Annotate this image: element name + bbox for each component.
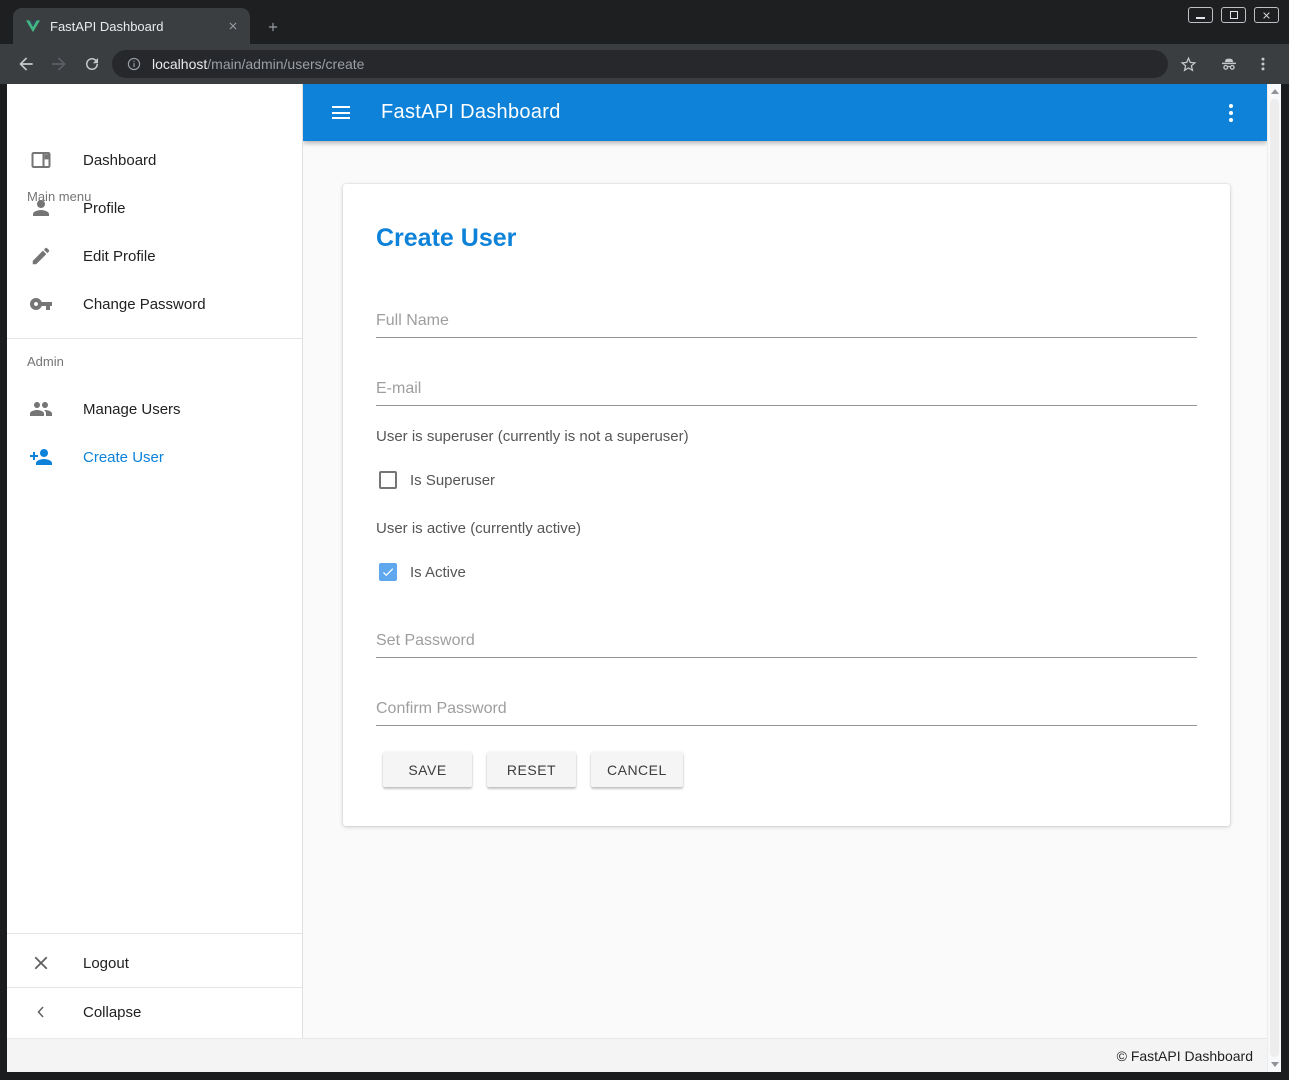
info-icon: [126, 56, 142, 72]
page-footer: © FastAPI Dashboard: [7, 1038, 1267, 1072]
checkbox-label: Is Superuser: [410, 472, 495, 489]
reset-button[interactable]: RESET: [487, 752, 576, 787]
page-title: Create User: [376, 224, 516, 253]
sidebar-item-label: Create User: [83, 449, 164, 466]
sidebar-divider: [7, 933, 302, 934]
page-viewport: Main menu Dashboard Profile Edit Profile…: [7, 84, 1281, 1072]
email-field-wrap: [376, 372, 1197, 406]
scrollbar-thumb[interactable]: [1270, 99, 1279, 1057]
checkbox-unchecked-icon: [379, 471, 397, 489]
is-active-checkbox[interactable]: Is Active: [379, 562, 466, 582]
page-scrollbar[interactable]: [1267, 84, 1281, 1072]
email-input[interactable]: [376, 372, 1197, 406]
menu-hamburger-icon[interactable]: [329, 101, 353, 125]
people-icon: [29, 397, 53, 421]
sidebar-section-admin: Admin: [27, 354, 64, 369]
app-bar-title: FastAPI Dashboard: [381, 101, 561, 124]
confirm-password-field-wrap: [376, 692, 1197, 726]
maximize-icon: [1230, 11, 1238, 19]
checkbox-label: Is Active: [410, 564, 466, 581]
sidebar-item-collapse[interactable]: Collapse: [7, 988, 302, 1036]
sidebar-item-dashboard[interactable]: Dashboard: [7, 136, 302, 184]
tab-title: FastAPI Dashboard: [50, 19, 224, 34]
forward-button[interactable]: [47, 52, 71, 76]
close-x-icon: [29, 951, 53, 975]
sidebar-item-change-password[interactable]: Change Password: [7, 280, 302, 328]
browser-toolbar: localhost/main/admin/users/create: [0, 44, 1289, 84]
confirm-password-input[interactable]: [376, 692, 1197, 726]
password-field-wrap: [376, 624, 1197, 658]
minimize-icon: [1196, 17, 1205, 19]
sidebar-item-label: Profile: [83, 200, 126, 217]
back-button[interactable]: [14, 52, 38, 76]
cancel-button[interactable]: CANCEL: [591, 752, 683, 787]
sidebar-item-edit-profile[interactable]: Edit Profile: [7, 232, 302, 280]
save-button[interactable]: SAVE: [383, 752, 472, 787]
sidebar: Main menu Dashboard Profile Edit Profile…: [7, 84, 303, 1038]
chevron-left-icon: [29, 1000, 53, 1024]
sidebar-item-label: Edit Profile: [83, 248, 156, 265]
bookmark-star-icon[interactable]: [1176, 52, 1200, 76]
incognito-icon: [1217, 52, 1241, 76]
close-icon: [1261, 10, 1272, 21]
window-maximize-button[interactable]: [1221, 7, 1246, 23]
sidebar-item-label: Change Password: [83, 296, 206, 313]
browser-tab[interactable]: FastAPI Dashboard: [13, 8, 250, 44]
full-name-input[interactable]: [376, 304, 1197, 338]
scroll-up-icon[interactable]: [1271, 89, 1279, 94]
browser-titlebar: FastAPI Dashboard: [0, 0, 1289, 44]
new-tab-button[interactable]: [261, 15, 285, 39]
url-text: localhost/main/admin/users/create: [152, 56, 364, 72]
active-hint: User is active (currently active): [376, 520, 581, 537]
sidebar-item-profile[interactable]: Profile: [7, 184, 302, 232]
tab-close-icon[interactable]: [224, 17, 242, 35]
key-icon: [29, 292, 53, 316]
create-user-card: Create User User is superuser (currently…: [343, 184, 1230, 826]
is-superuser-checkbox[interactable]: Is Superuser: [379, 470, 495, 490]
copyright-text: © FastAPI Dashboard: [1117, 1048, 1253, 1064]
scroll-down-icon[interactable]: [1271, 1062, 1279, 1067]
window-close-button[interactable]: [1254, 7, 1279, 23]
person-add-icon: [29, 445, 53, 469]
address-bar[interactable]: localhost/main/admin/users/create: [112, 50, 1168, 78]
superuser-hint: User is superuser (currently is not a su…: [376, 428, 689, 445]
dashboard-icon: [29, 148, 53, 172]
sidebar-divider: [7, 338, 302, 339]
sidebar-item-label: Dashboard: [83, 152, 156, 169]
pencil-icon: [29, 244, 53, 268]
sidebar-item-label: Manage Users: [83, 401, 181, 418]
checkbox-checked-icon: [379, 563, 397, 581]
sidebar-item-logout[interactable]: Logout: [7, 939, 302, 987]
vue-favicon-icon: [25, 18, 41, 34]
person-icon: [29, 196, 53, 220]
sidebar-item-manage-users[interactable]: Manage Users: [7, 385, 302, 433]
window-minimize-button[interactable]: [1188, 7, 1213, 23]
sidebar-item-create-user[interactable]: Create User: [7, 433, 302, 481]
sidebar-item-label: Logout: [83, 955, 129, 972]
sidebar-item-label: Collapse: [83, 1004, 141, 1021]
full-name-field-wrap: [376, 304, 1197, 338]
app-bar-kebab-icon[interactable]: [1219, 101, 1243, 125]
set-password-input[interactable]: [376, 624, 1197, 658]
form-actions: SAVE RESET CANCEL: [383, 752, 683, 787]
reload-button[interactable]: [80, 52, 104, 76]
app-bar: FastAPI Dashboard: [303, 84, 1267, 141]
browser-menu-kebab-icon[interactable]: [1251, 52, 1275, 76]
